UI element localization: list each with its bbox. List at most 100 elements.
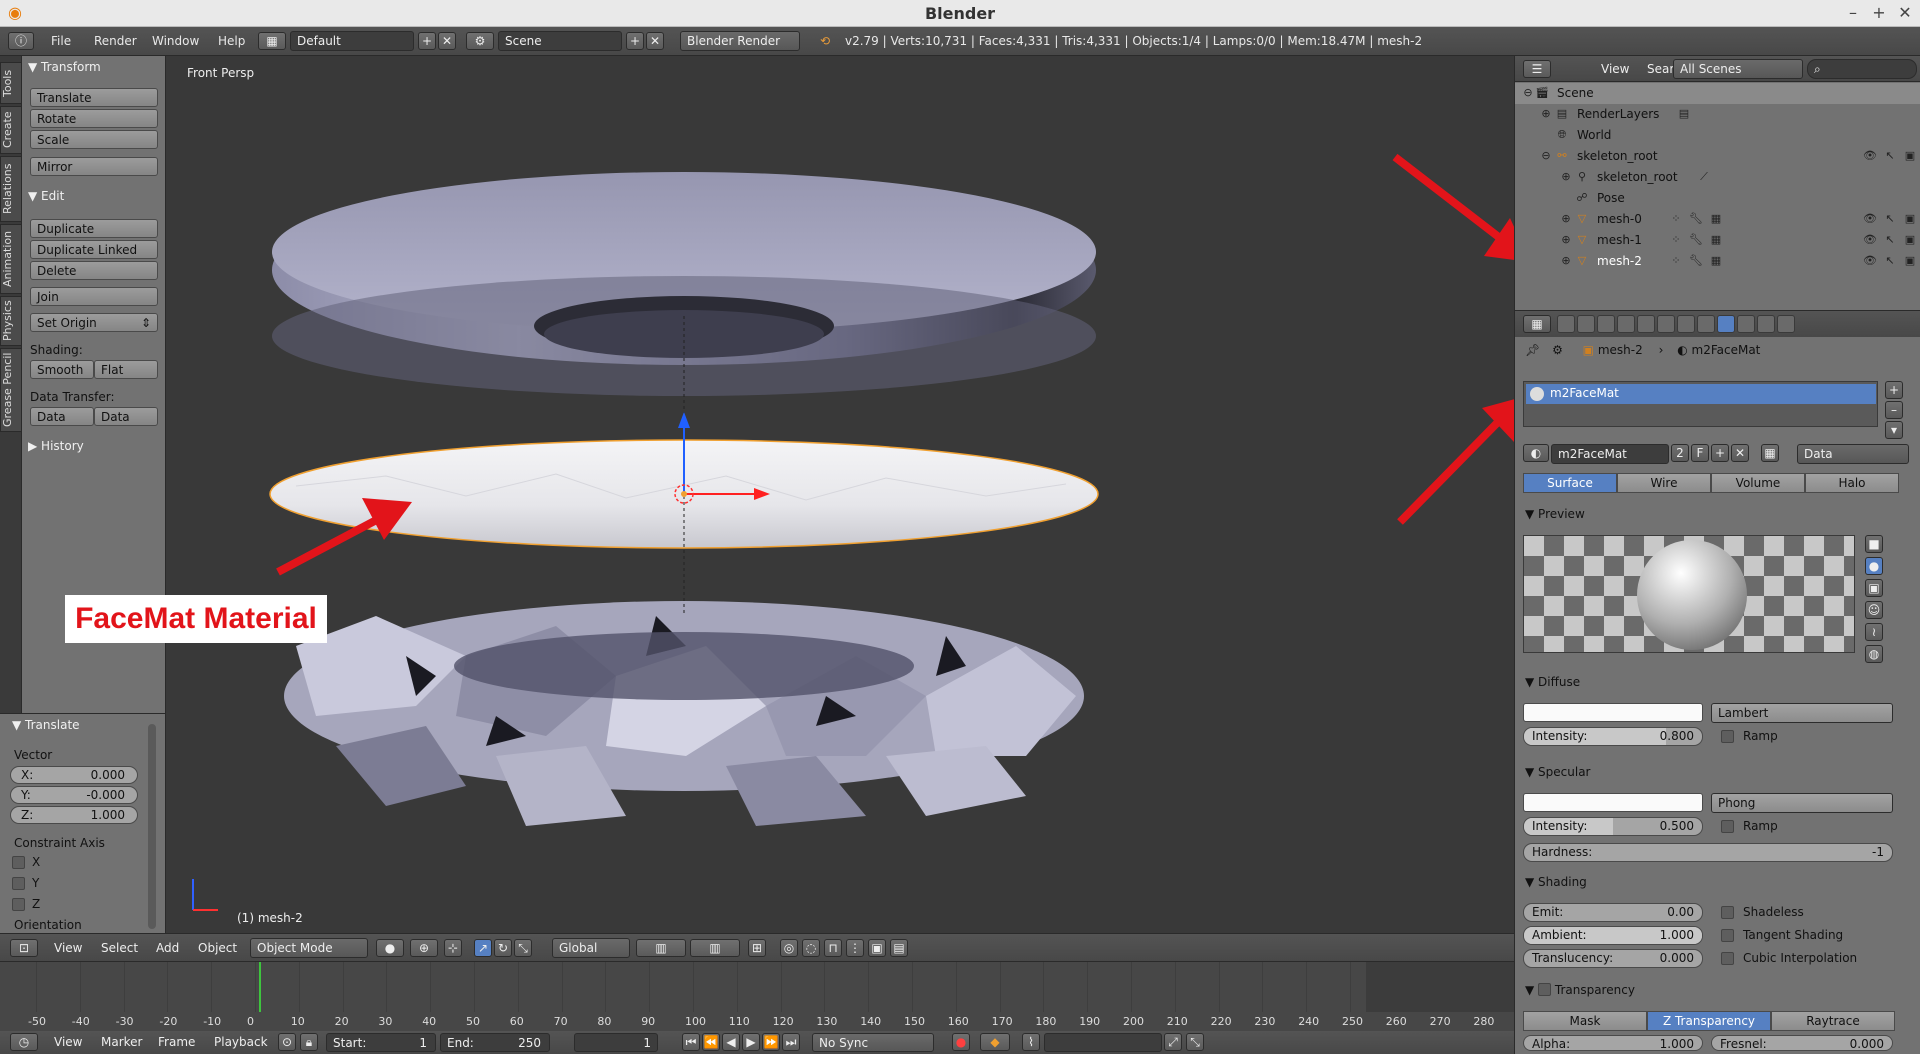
diffuse-ramp-checkbox[interactable]: [1721, 730, 1734, 743]
material-slot-row[interactable]: m2FaceMat: [1526, 384, 1876, 404]
shading-panel-header[interactable]: ▼ Shading: [1525, 875, 1587, 889]
menu-select[interactable]: Select: [101, 941, 138, 955]
world-tab-icon[interactable]: [1617, 315, 1635, 333]
tab-wire[interactable]: Wire: [1617, 473, 1711, 493]
visibility-eye-icon[interactable]: 👁︎: [1863, 212, 1877, 226]
3d-viewport[interactable]: Front Persp (1) mesh-2: [166, 56, 1514, 933]
prev-keyframe-icon[interactable]: ⏪: [702, 1033, 720, 1051]
scale-button[interactable]: Scale: [30, 130, 158, 149]
sync-mode-dropdown[interactable]: No Sync: [812, 1033, 934, 1052]
preview-sky-icon[interactable]: ◍: [1865, 645, 1883, 663]
scene-field[interactable]: Scene: [498, 31, 622, 51]
selectability-cursor-icon[interactable]: ↖: [1883, 254, 1897, 268]
scale-manipulator-icon[interactable]: ⤡: [514, 939, 532, 957]
tab-grease-pencil[interactable]: Grease Pencil: [0, 348, 22, 432]
history-panel-header[interactable]: ▶ History: [28, 439, 84, 453]
collapse-icon[interactable]: ⊖: [1539, 149, 1553, 163]
editor-type-3d-icon[interactable]: ⊡: [10, 939, 38, 957]
opengl-animation-icon[interactable]: ▤: [890, 939, 908, 957]
texture-tab-icon[interactable]: [1737, 315, 1755, 333]
fresnel-slider[interactable]: Fresnel: 0.000: [1711, 1035, 1893, 1051]
visibility-eye-icon[interactable]: 👁︎: [1863, 254, 1877, 268]
collapse-icon[interactable]: ⊖: [1521, 86, 1535, 100]
selectability-cursor-icon[interactable]: ↖: [1883, 212, 1897, 226]
render-tab-icon[interactable]: [1557, 315, 1575, 333]
vector-y-field[interactable]: Y: -0.000: [10, 786, 138, 804]
delete-keyframe-button-icon[interactable]: ⤡: [1186, 1033, 1204, 1051]
tab-relations[interactable]: Relations: [0, 156, 22, 222]
tab-surface[interactable]: Surface: [1523, 473, 1617, 493]
editor-type-outliner-icon[interactable]: ☰: [1523, 60, 1551, 78]
translate-button[interactable]: Translate: [30, 88, 158, 107]
render-layers-tab-icon[interactable]: [1577, 315, 1595, 333]
bottom-fragmented-mesh[interactable]: [284, 601, 1084, 826]
layer-lock-icon[interactable]: ⊞: [748, 939, 766, 957]
scene-icon[interactable]: ⚙: [466, 32, 494, 50]
current-frame-field[interactable]: 1: [574, 1033, 658, 1052]
data-button[interactable]: Data: [30, 407, 94, 426]
expand-icon[interactable]: ⊕: [1559, 170, 1573, 184]
transparency-panel-header[interactable]: ▼ Transparency: [1525, 983, 1635, 997]
outliner-row-scene[interactable]: ⊖ 🎬︎ Scene: [1515, 83, 1920, 104]
pin-icon[interactable]: 📌︎: [1525, 343, 1540, 357]
next-keyframe-icon[interactable]: ⏩: [762, 1033, 780, 1051]
delete-button[interactable]: Delete: [30, 261, 158, 280]
renderability-camera-icon[interactable]: ▣: [1903, 233, 1917, 247]
outliner-row-world[interactable]: 🌐︎ World: [1515, 125, 1920, 146]
outliner-row-renderlayers[interactable]: ⊕ ▤ RenderLayers ▤: [1515, 104, 1920, 125]
tab-physics[interactable]: Physics: [0, 296, 22, 346]
material-users-count[interactable]: 2: [1671, 444, 1689, 462]
opengl-render-icon[interactable]: ▣: [868, 939, 886, 957]
tab-halo[interactable]: Halo: [1805, 473, 1899, 493]
data-layout-button[interactable]: Data Layo: [94, 407, 158, 426]
renderability-camera-icon[interactable]: ▣: [1903, 212, 1917, 226]
menu-render[interactable]: Render: [94, 34, 137, 48]
timeline-menu-frame[interactable]: Frame: [158, 1035, 195, 1049]
timeline-menu-marker[interactable]: Marker: [101, 1035, 142, 1049]
specular-color-swatch[interactable]: [1523, 793, 1703, 812]
screen-layout-field[interactable]: Default: [290, 31, 414, 51]
translucency-slider[interactable]: Translucency: 0.000: [1523, 949, 1703, 968]
tab-create[interactable]: Create: [0, 106, 22, 154]
object-tab-icon[interactable]: [1637, 315, 1655, 333]
jump-end-icon[interactable]: ⏭: [782, 1033, 800, 1051]
lock-range-icon[interactable]: 🔒︎: [300, 1033, 318, 1051]
interaction-mode-dropdown[interactable]: Object Mode: [250, 938, 368, 958]
tab-z-transparency[interactable]: Z Transparency: [1647, 1011, 1771, 1031]
shadeless-checkbox[interactable]: [1721, 906, 1734, 919]
operator-scrollbar[interactable]: [148, 724, 156, 929]
vector-x-field[interactable]: X: 0.000: [10, 766, 138, 784]
scene-tab-icon[interactable]: [1597, 315, 1615, 333]
snap-element-icon[interactable]: ⋮: [846, 939, 864, 957]
keying-set-icon[interactable]: ◆: [980, 1033, 1010, 1051]
record-icon[interactable]: ●: [952, 1033, 970, 1051]
menu-view[interactable]: View: [54, 941, 82, 955]
rotate-manipulator-icon[interactable]: ↻: [494, 939, 512, 957]
render-engine-dropdown[interactable]: Blender Render: [680, 31, 800, 51]
start-frame-field[interactable]: Start: 1: [326, 1033, 436, 1052]
snap-toggle-icon[interactable]: ⊓: [824, 939, 842, 957]
rotate-button[interactable]: Rotate: [30, 109, 158, 128]
transform-orientation-dropdown[interactable]: Global: [552, 938, 630, 958]
outliner-display-dropdown[interactable]: All Scenes: [1673, 59, 1803, 79]
translate-manipulator-icon[interactable]: ↗: [474, 939, 492, 957]
play-icon[interactable]: ▶: [742, 1033, 760, 1051]
tangent-shading-checkbox[interactable]: [1721, 929, 1734, 942]
outliner-menu-view[interactable]: View: [1601, 62, 1629, 76]
emit-field[interactable]: Emit: 0.00: [1523, 903, 1703, 922]
constraints-tab-icon[interactable]: [1657, 315, 1675, 333]
renderability-camera-icon[interactable]: ▣: [1903, 254, 1917, 268]
fake-user-button[interactable]: F: [1691, 444, 1709, 462]
expand-icon[interactable]: ⊕: [1539, 107, 1553, 121]
menu-object[interactable]: Object: [198, 941, 237, 955]
constraint-x-checkbox[interactable]: [12, 856, 25, 869]
expand-icon[interactable]: ⊕: [1559, 254, 1573, 268]
editor-type-properties-icon[interactable]: ▦: [1523, 315, 1551, 333]
tab-volume[interactable]: Volume: [1711, 473, 1805, 493]
delete-scene-button[interactable]: ✕: [646, 32, 664, 50]
menu-window[interactable]: Window: [152, 34, 199, 48]
playback-range-icon[interactable]: ⊙: [278, 1033, 296, 1051]
alpha-slider[interactable]: Alpha: 1.000: [1523, 1035, 1703, 1051]
manipulator-toggle-icon[interactable]: ⊹: [444, 939, 462, 957]
proportional-edit-icon[interactable]: ◎: [780, 939, 798, 957]
